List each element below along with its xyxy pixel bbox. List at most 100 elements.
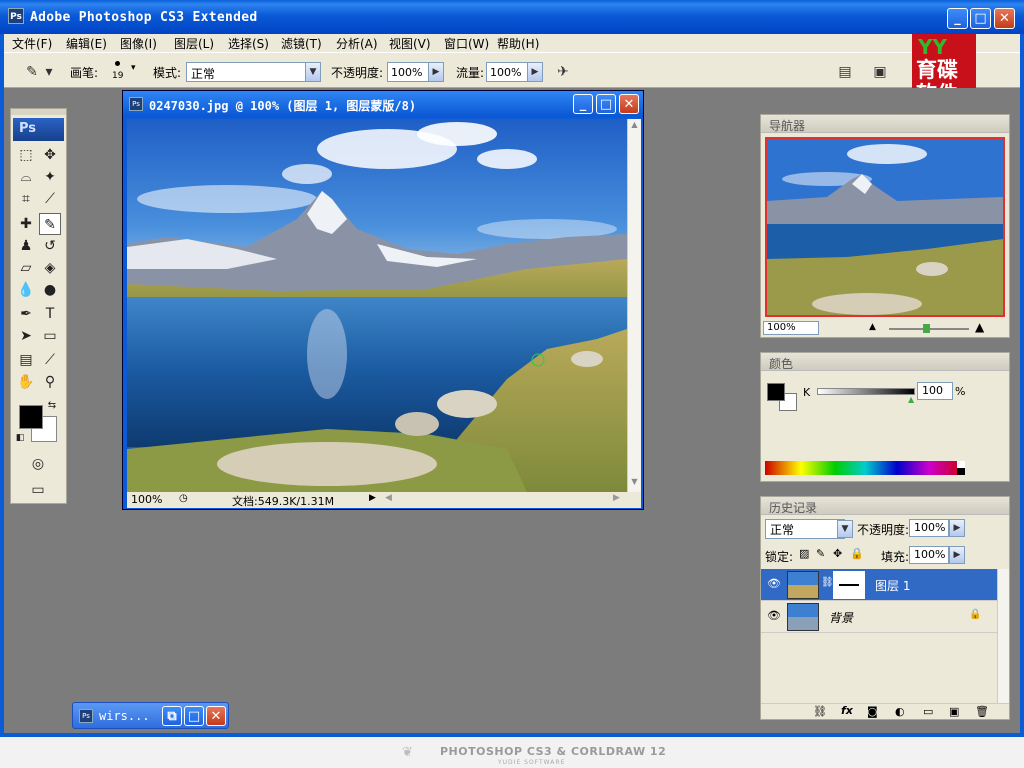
lock-position-icon[interactable]: ✥ [833,547,842,560]
airbrush-icon[interactable]: ✈ [551,61,575,83]
menu-window[interactable]: 窗口(W) [444,35,489,52]
paint-bucket-tool-icon[interactable]: ◈ [39,257,61,279]
layer-style-icon[interactable]: fx [841,704,853,717]
notes-tool-icon[interactable]: ▤ [15,349,37,371]
color-fg-swatch[interactable] [767,383,785,401]
pen-tool-icon[interactable]: ✒ [15,303,37,325]
color-ramp[interactable] [765,461,965,475]
move-tool-icon[interactable]: ✥ [39,144,61,166]
color-ramp-black[interactable] [957,468,965,475]
lock-transparency-icon[interactable]: ▨ [799,547,809,560]
status-clock-icon[interactable]: ◷ [179,493,188,504]
slice-tool-icon[interactable]: ⟋ [39,188,61,210]
brush-tool-icon[interactable]: ✎ [39,213,61,235]
scroll-down-icon[interactable]: ▼ [629,477,640,489]
scroll-right-icon[interactable]: ▶ [613,493,620,503]
vertical-scrollbar[interactable]: ▲ ▼ [627,119,641,492]
minwin-maximize-button[interactable]: □ [184,706,204,726]
history-tab[interactable]: 历史记录 [761,497,1009,515]
document-minimize-button[interactable]: _ [573,94,593,114]
layer-mask-thumbnail[interactable] [833,571,865,599]
menu-filter[interactable]: 滤镜(T) [281,35,322,52]
zoom-slider[interactable] [889,324,969,333]
brush-tool-preset-icon[interactable]: ✎ [20,61,44,83]
layer-name[interactable]: 背景 [829,609,853,626]
k-slider-thumb-icon[interactable]: ▲ [908,395,914,404]
restore-button[interactable]: ⧉ [162,706,182,726]
status-menu-arrow-icon[interactable]: ▶ [369,493,376,503]
brush-picker[interactable]: 19 ▾ [112,59,138,85]
lock-all-icon[interactable]: 🔒 [850,547,864,560]
layer-name[interactable]: 图层 1 [875,577,910,594]
swap-colors-icon[interactable]: ⇆ [45,399,59,413]
blur-tool-icon[interactable]: 💧 [15,279,37,301]
mask-link-icon[interactable]: ⛓ [821,577,834,588]
flow-input[interactable]: 100% [486,62,528,82]
close-button[interactable]: ✕ [994,8,1015,29]
lasso-tool-icon[interactable]: ⌓ [15,166,37,188]
maximize-button[interactable]: □ [970,8,991,29]
toolbox-grip[interactable] [11,109,66,115]
preset-dropdown-icon[interactable]: ▾ [42,61,56,83]
zoom-in-icon[interactable]: ▲ [975,320,984,334]
quick-mask-icon[interactable]: ◎ [27,453,49,475]
lock-pixels-icon[interactable]: ✎ [816,547,825,560]
color-tab[interactable]: 颜色 [761,353,1009,371]
new-group-icon[interactable]: ▭ [923,705,933,718]
zoom-tool-icon[interactable]: ⚲ [39,371,61,393]
palette-well-icon[interactable]: ▤ [833,61,857,83]
document-close-button[interactable]: ✕ [619,94,639,114]
bridge-icon[interactable]: ▣ [868,61,892,83]
menu-analysis[interactable]: 分析(A) [336,35,378,52]
visibility-eye-icon[interactable]: 👁 [767,577,781,590]
layers-scrollbar[interactable] [997,569,1009,703]
minwin-close-button[interactable]: ✕ [206,706,226,726]
add-mask-icon[interactable]: ◙ [867,705,878,718]
new-layer-icon[interactable]: ▣ [949,705,959,718]
navigator-zoom-input[interactable]: 100% [763,321,819,335]
healing-brush-tool-icon[interactable]: ✚ [15,213,37,235]
menu-select[interactable]: 选择(S) [228,35,269,52]
blend-mode-dropdown-icon[interactable]: ▼ [837,520,853,538]
menu-help[interactable]: 帮助(H) [497,35,539,52]
visibility-eye-icon[interactable]: 👁 [767,609,781,622]
menu-edit[interactable]: 编辑(E) [66,35,107,52]
flow-slider-button[interactable]: ▶ [527,62,543,82]
marquee-tool-icon[interactable]: ⬚ [15,144,37,166]
shape-tool-icon[interactable]: ▭ [39,325,61,347]
scroll-up-icon[interactable]: ▲ [629,120,640,132]
opacity-input[interactable]: 100% [387,62,429,82]
image-canvas[interactable] [127,119,627,492]
delete-layer-icon[interactable]: 🗑 [975,705,989,718]
blend-mode-select[interactable]: 正常 [765,519,845,539]
zoom-slider-thumb[interactable] [923,324,930,333]
layer-opacity-input[interactable]: 100% [909,519,949,537]
eraser-tool-icon[interactable]: ▱ [15,257,37,279]
menu-view[interactable]: 视图(V) [389,35,431,52]
minimize-button[interactable]: _ [947,8,968,29]
foreground-color-swatch[interactable] [19,405,43,429]
opacity-slider-button[interactable]: ▶ [428,62,444,82]
navigator-tab[interactable]: 导航器 [761,115,1009,133]
fill-slider-icon[interactable]: ▶ [949,546,965,564]
color-ramp-white[interactable] [957,461,965,468]
toolbox-logo[interactable]: Ps [13,118,64,141]
menu-layer[interactable]: 图层(L) [174,35,214,52]
layer-row[interactable]: 👁 ⛓ 图层 1 [761,569,997,601]
zoom-level[interactable]: 100% [131,493,162,506]
history-brush-tool-icon[interactable]: ↺ [39,235,61,257]
type-tool-icon[interactable]: T [39,303,61,325]
magic-wand-tool-icon[interactable]: ✦ [39,166,61,188]
clone-stamp-tool-icon[interactable]: ♟ [15,235,37,257]
link-layers-icon[interactable]: ⛓ [813,705,827,718]
layer-row[interactable]: 👁 背景 🔒 [761,601,997,633]
eyedropper-tool-icon[interactable]: ⟋ [39,349,61,371]
k-slider[interactable] [817,388,915,395]
minimized-document-window[interactable]: Ps wirs... ⧉ □ ✕ [72,702,229,729]
layer-opacity-slider-icon[interactable]: ▶ [949,519,965,537]
hand-tool-icon[interactable]: ✋ [15,371,37,393]
menu-image[interactable]: 图像(I) [120,35,157,52]
crop-tool-icon[interactable]: ⌗ [15,188,37,210]
k-value-input[interactable]: 100 [917,382,953,400]
navigator-preview[interactable] [765,137,1005,317]
